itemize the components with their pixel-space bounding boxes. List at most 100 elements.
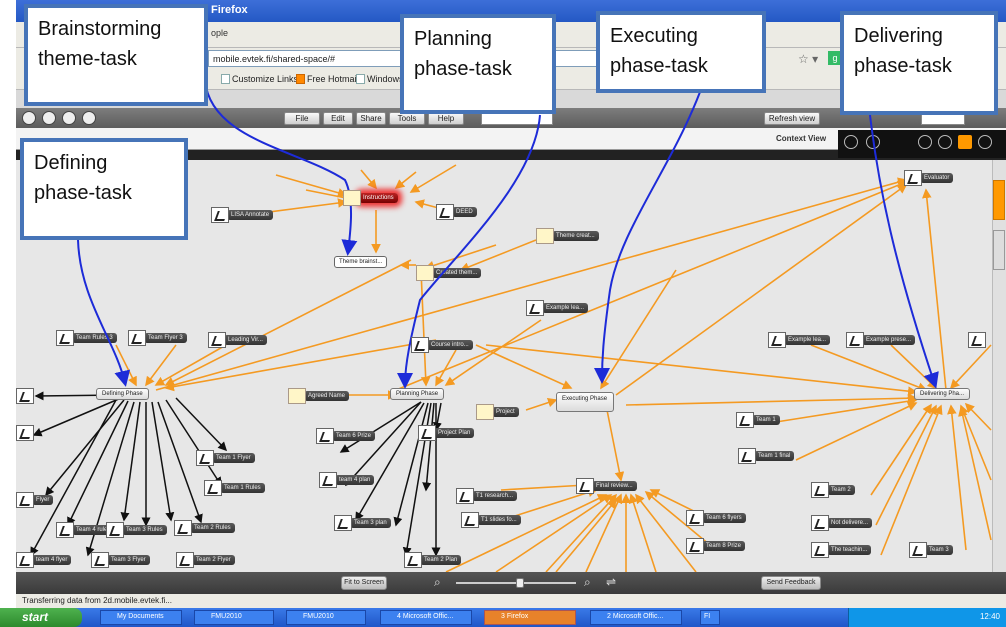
tool-icon bbox=[204, 480, 222, 496]
node-team-6-flyers[interactable]: Team 6 flyers bbox=[686, 510, 746, 526]
node-team-1-rules[interactable]: Team 1 Rules bbox=[204, 480, 265, 496]
node-example-lea[interactable]: Example lea... bbox=[526, 300, 589, 316]
node-theme-creat[interactable]: Theme creat... bbox=[536, 228, 599, 244]
node-example-prese[interactable]: Example prese... bbox=[846, 332, 916, 348]
node-evaluator[interactable]: Evaluator bbox=[904, 170, 954, 186]
node-defining-phase[interactable]: Defining Phase bbox=[96, 388, 149, 400]
zoom-out-icon[interactable]: ⌕ bbox=[434, 575, 441, 590]
tool-icon bbox=[461, 512, 479, 528]
document-icon bbox=[343, 190, 361, 206]
bookmark-free-hotmail[interactable]: Free Hotmail bbox=[296, 74, 359, 84]
start-button[interactable]: start bbox=[0, 608, 82, 627]
bookmark-customize-links[interactable]: Customize Links bbox=[221, 74, 298, 84]
node-deed[interactable]: DEED bbox=[436, 204, 477, 220]
bookmark-star-icon[interactable]: ☆ ▾ bbox=[798, 52, 818, 66]
node-team-1-flyer[interactable]: Team 1 Flyer bbox=[196, 450, 255, 466]
node-agreed-name[interactable]: Agreed Name bbox=[288, 388, 350, 404]
file-button[interactable]: File bbox=[284, 112, 320, 125]
node-team-6-prize[interactable]: Team 6 Prize bbox=[316, 428, 376, 444]
node-team-2-rules[interactable]: Team 2 Rules bbox=[174, 520, 235, 536]
node-example-lea-2[interactable]: Example lea... bbox=[768, 332, 831, 348]
task-fmu2010-b[interactable]: FMU2010 bbox=[286, 610, 366, 625]
node-team-2[interactable]: Team 2 bbox=[811, 482, 855, 498]
tool-icon bbox=[456, 488, 474, 504]
user-icon[interactable] bbox=[62, 111, 76, 125]
tool-icon bbox=[418, 425, 436, 441]
node-team-3-rules[interactable]: Team 3 Rules bbox=[106, 522, 167, 538]
tool-icon bbox=[686, 538, 704, 554]
tool-icon bbox=[404, 552, 422, 568]
node-team-flyer-left[interactable] bbox=[16, 388, 34, 404]
task-fmu2010-a[interactable]: FMU2010 bbox=[194, 610, 274, 625]
node-final-review[interactable]: Final review... bbox=[576, 478, 637, 494]
node-left-2[interactable] bbox=[16, 425, 34, 441]
group-icon[interactable] bbox=[82, 111, 96, 125]
bookmark-windows[interactable]: Windows bbox=[356, 74, 404, 84]
tool-icon bbox=[316, 428, 334, 444]
circle-view-icon[interactable] bbox=[938, 135, 952, 149]
node-delivering-phase[interactable]: Delivering Pha... bbox=[914, 388, 971, 400]
task-microsoft-office-4[interactable]: 4 Microsoft Offic... bbox=[380, 610, 472, 625]
node-team-4-flyer[interactable]: team 4 flyer bbox=[16, 552, 72, 568]
node-team-3[interactable]: Team 3 bbox=[909, 542, 953, 558]
task-my-documents[interactable]: My Documents bbox=[100, 610, 182, 625]
node-project-plan[interactable]: Project Plan bbox=[418, 425, 475, 441]
tool-icon bbox=[174, 520, 192, 536]
node-team-2-plan[interactable]: Team 2 Plan bbox=[404, 552, 462, 568]
tool-icon bbox=[576, 478, 594, 494]
zoom-slider-handle[interactable] bbox=[516, 578, 524, 588]
language-indicator[interactable]: FI bbox=[700, 610, 720, 625]
network-view-icon[interactable] bbox=[844, 135, 858, 149]
task-microsoft-office-2[interactable]: 2 Microsoft Offic... bbox=[590, 610, 682, 625]
node-course-intro[interactable]: Course intro... bbox=[411, 337, 473, 353]
cluster-view-icon[interactable] bbox=[918, 135, 932, 149]
page-icon bbox=[356, 74, 365, 84]
refresh-view-button[interactable]: Refresh view bbox=[764, 112, 820, 125]
node-planning-phase[interactable]: Planning Phase bbox=[390, 388, 445, 400]
node-theme-brainst[interactable]: Theme brainst... bbox=[334, 256, 388, 268]
node-leading-vir[interactable]: Leading Vir... bbox=[208, 332, 267, 348]
tool-icon bbox=[526, 300, 544, 316]
node-team-1-final[interactable]: Team 1 final bbox=[738, 448, 795, 464]
home-icon[interactable] bbox=[22, 111, 36, 125]
node-executing-phase[interactable]: Executing Phase bbox=[556, 392, 614, 412]
node-team-rules-3[interactable]: Team Rules 3 bbox=[56, 330, 117, 346]
send-feedback-button[interactable]: Send Feedback bbox=[761, 576, 821, 590]
list-view-icon[interactable] bbox=[978, 135, 992, 149]
side-tab-information[interactable] bbox=[993, 180, 1005, 220]
side-panel-strip bbox=[992, 160, 1006, 572]
node-t1-slides[interactable]: T1 slides fo... bbox=[461, 512, 521, 528]
share-button[interactable]: Share bbox=[356, 112, 386, 125]
node-team-1[interactable]: Team 1 bbox=[736, 412, 780, 428]
fit-to-screen-button[interactable]: Fit to Screen bbox=[341, 576, 387, 590]
node-instructions[interactable]: Instructions bbox=[343, 190, 398, 206]
tree-view-icon[interactable] bbox=[866, 135, 880, 149]
node-partial[interactable] bbox=[968, 332, 986, 348]
zoom-in-icon[interactable]: ⌕ bbox=[584, 575, 591, 590]
tool-icon bbox=[904, 170, 922, 186]
usb-icon: ⇌ bbox=[606, 575, 617, 589]
node-team-2-flyer[interactable]: Team 2 Flyer bbox=[176, 552, 235, 568]
callout-defining: Defining phase-task bbox=[20, 138, 188, 240]
node-the-teachin[interactable]: The teachin... bbox=[811, 542, 872, 558]
task-firefox[interactable]: 3 Firefox bbox=[484, 610, 576, 625]
node-team-3-plan[interactable]: Team 3 plan bbox=[334, 515, 391, 531]
node-created-theme[interactable]: Created them... bbox=[416, 265, 482, 281]
node-t1-research[interactable]: T1 research... bbox=[456, 488, 518, 504]
edit-button[interactable]: Edit bbox=[323, 112, 353, 125]
node-lisa-annotate[interactable]: LISA Annotate bbox=[211, 207, 274, 223]
node-project[interactable]: Project bbox=[476, 404, 519, 420]
tool-icon bbox=[56, 522, 74, 538]
node-team-flyer-3[interactable]: Team Flyer 3 bbox=[128, 330, 187, 346]
clock: 12:40 bbox=[979, 612, 1000, 621]
node-team-4-plan[interactable]: team 4 plan bbox=[319, 472, 375, 488]
side-tab-details[interactable] bbox=[993, 230, 1005, 270]
node-team-8-prize[interactable]: Team 8 Prize bbox=[686, 538, 746, 554]
users-icon[interactable] bbox=[42, 111, 56, 125]
node-not-delivere[interactable]: Not delivere... bbox=[811, 515, 873, 531]
context-view-icon[interactable] bbox=[958, 135, 972, 149]
node-team-3-flyer[interactable]: Team 3 Flyer bbox=[91, 552, 150, 568]
zoom-bar: Fit to Screen ⌕ ⌕ ⇌ Send Feedback bbox=[16, 572, 1006, 594]
node-flyer[interactable]: Flyer bbox=[16, 492, 54, 508]
status-bar: Transferring data from 2d.mobile.evtek.f… bbox=[16, 594, 1006, 608]
